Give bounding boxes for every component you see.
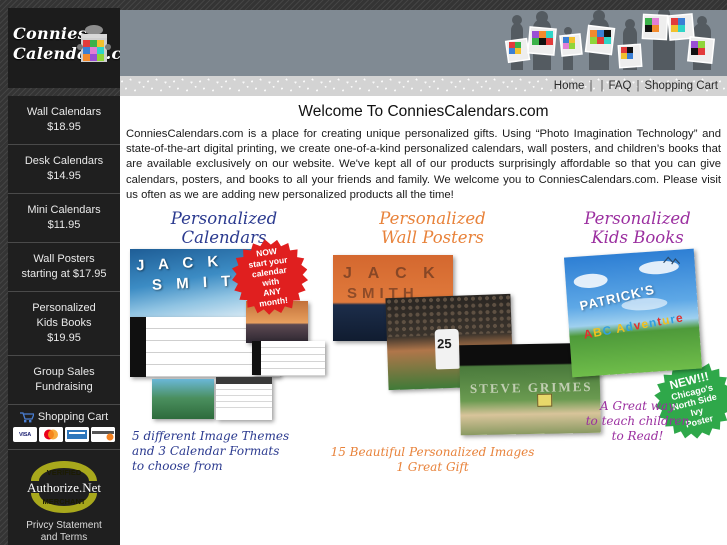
mastercard-card-icon [39, 427, 63, 442]
calendar-year: 2011 [132, 317, 141, 323]
mini-calendar-grid[interactable] [216, 377, 272, 421]
sidebar-item-label: Mini Calendars [27, 204, 101, 216]
cart-row: Shopping Cart [12, 411, 116, 423]
sidebar-item-desk-calendars[interactable]: Desk Calendars $14.95 [8, 145, 120, 194]
privacy-statement-link[interactable]: Privcy Statement and Terms [12, 520, 116, 544]
svg-text:VERIFIED: VERIFIED [47, 468, 82, 477]
caption-line-1: 15 Beautiful Personalized Images [330, 445, 535, 460]
calendar-image-group[interactable]: J A C K S M I T H 2011 [124, 249, 325, 429]
caption-line-3: to Read! [611, 429, 664, 444]
people-silhouettes-icon [504, 10, 716, 70]
column-heading: Personalized Kids Books [550, 209, 725, 247]
caption-line-2: and 3 Calendar Formats [132, 444, 280, 459]
poster-image-group[interactable]: J A C K SMITH 25 STEVE GRIMES NEW!!! Chi… [325, 249, 540, 445]
svg-text:MERCHANT: MERCHANT [43, 497, 86, 506]
product-columns: Personalized Calendars J A C K S M I T H… [120, 209, 727, 529]
site-logo[interactable]: Connies Calendars.com [8, 8, 120, 88]
sidebar-item-label: Personalized [32, 302, 96, 314]
heading-line-2: Wall Posters [381, 228, 484, 248]
main-content: Welcome To ConniesCalendars.com ConniesC… [120, 96, 727, 545]
terms-line-2: and Terms [40, 532, 88, 543]
heading-line-1: Personalized [170, 209, 278, 229]
sidebar-item-price: $11.95 [47, 219, 81, 231]
sidebar-item-price: $19.95 [47, 332, 81, 344]
accepted-cards: VISA [12, 427, 116, 442]
sidebar-item-label-2: Fundraising [35, 381, 93, 393]
column-personalized-kids-books: Personalized Kids Books PATRICK'S ABC Ad… [550, 209, 725, 444]
authorize-net-seal: VERIFIED MERCHANT Authorize.Net [17, 459, 111, 515]
sidebar-item-price: $14.95 [47, 170, 81, 182]
nav-separator-2: | [600, 80, 604, 92]
cloud-shape [573, 272, 609, 290]
nav-separator-1: | [589, 80, 593, 92]
book-subtitle: ABC Adventure [582, 310, 685, 342]
intro-paragraph: ConniesCalendars.com is a place for crea… [126, 128, 721, 201]
sidebar-item-wall-posters[interactable]: Wall Posters starting at $17.95 [8, 243, 120, 292]
cart-label: Shopping Cart [37, 411, 109, 423]
sidebar-item-label: Desk Calendars [24, 155, 104, 167]
column-personalized-calendars: Personalized Calendars J A C K S M I T H… [124, 209, 325, 474]
column-caption: A Great way to teach children to Read! [550, 399, 725, 444]
sidebar-item-personalized-kids-books[interactable]: Personalized Kids Books $19.95 [8, 292, 120, 356]
sidebar-item-label-2: Kids Books [36, 317, 92, 329]
heading-line-1: Personalized [584, 209, 691, 229]
page-title: Welcome To ConniesCalendars.com [298, 103, 549, 120]
header-banner [120, 10, 727, 76]
sidebar-navigation: Wall Calendars $18.95 Desk Calendars $14… [8, 96, 120, 545]
caption-line-2: 1 Great Gift [396, 460, 469, 475]
nav-shopping-cart[interactable]: Shopping Cart [643, 80, 719, 92]
nav-home[interactable]: Home [553, 80, 586, 92]
column-caption: 5 different Image Themes and 3 Calendar … [124, 429, 324, 474]
terms-line-1: Privcy Statement [26, 520, 102, 531]
jersey-number: 25 [436, 336, 452, 352]
column-personalized-wall-posters: Personalized Wall Posters J A C K SMITH … [325, 209, 540, 475]
sidebar-item-price: $18.95 [47, 121, 81, 133]
page-root: Connies Calendars.com [0, 0, 727, 545]
sidebar-item-wall-calendars[interactable]: Wall Calendars $18.95 [8, 96, 120, 145]
sidebar-item-mini-calendars[interactable]: Mini Calendars $11.95 [8, 194, 120, 243]
bird-icon [663, 256, 681, 265]
logo-line-1: Connies [13, 24, 88, 43]
sidebar-authorize-net[interactable]: VERIFIED MERCHANT Authorize.Net Privcy S… [8, 450, 120, 545]
visa-card-icon: VISA [13, 427, 37, 442]
heading-line-1: Personalized [379, 209, 486, 229]
sidebar-item-label: Wall Posters [33, 253, 95, 265]
sidebar-item-price: starting at $17.95 [21, 268, 107, 280]
column-heading: Personalized Wall Posters [325, 209, 540, 247]
caption-line-3: to choose from [132, 459, 223, 474]
poster1-name-line1: J A C K [343, 265, 441, 283]
caption-line-1: A Great way [600, 399, 675, 414]
shopping-cart-icon [19, 411, 34, 422]
caption-line-1: 5 different Image Themes [132, 429, 290, 444]
discover-card-icon [91, 427, 115, 442]
book-image-group[interactable]: PATRICK'S ABC Adventure [550, 248, 725, 399]
column-caption: 15 Beautiful Personalized Images 1 Great… [325, 445, 540, 475]
heading-line-2: Kids Books [591, 228, 684, 248]
nav-links: Home | | FAQ | Shopping Cart [553, 76, 719, 96]
nav-faq[interactable]: FAQ [607, 80, 632, 92]
amex-card-icon [65, 427, 89, 442]
mini-calendar-photo[interactable] [152, 379, 214, 420]
calendar-color-blocks-icon [77, 25, 111, 62]
column-heading: Personalized Calendars [124, 209, 324, 247]
kids-book-cover-photo[interactable]: PATRICK'S ABC Adventure [563, 248, 703, 378]
top-navigation-bar: Home | | FAQ | Shopping Cart [120, 76, 727, 96]
sidebar-item-group-sales-fundraising[interactable]: Group Sales Fundraising [8, 356, 120, 405]
desk-calendar-grid[interactable] [252, 341, 325, 377]
nav-separator-3: | [636, 80, 640, 92]
authorize-net-name: Authorize.Net [26, 480, 101, 495]
sidebar-item-label: Wall Calendars [26, 106, 102, 118]
sidebar-item-label: Group Sales [33, 366, 95, 378]
sidebar-shopping-cart[interactable]: Shopping Cart VISA [8, 405, 120, 450]
caption-line-2: to teach children [585, 414, 690, 429]
